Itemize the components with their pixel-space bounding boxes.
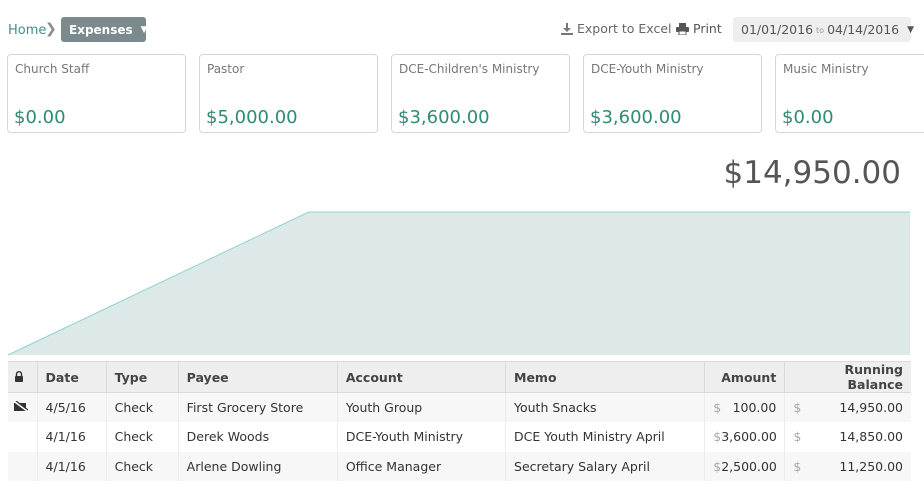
caret-down-icon: ▼ (907, 24, 915, 35)
card-amount: $0.00 (14, 107, 66, 128)
currency-symbol: $ (713, 400, 722, 415)
reconciled-check-icon (14, 400, 29, 412)
status-cell (8, 422, 38, 452)
amount-cell: $100.00 (704, 392, 786, 422)
table-row[interactable]: 4/5/16 Check First Grocery Store Youth G… (8, 392, 911, 422)
transactions-table: Date Type Payee Account Memo Amount Runn… (8, 361, 911, 481)
date-column-header[interactable]: Date (37, 361, 107, 393)
memo-cell: Secretary Salary April (505, 451, 706, 481)
export-to-excel-button[interactable]: Export to Excel (561, 21, 672, 36)
type-cell: Check (106, 392, 179, 422)
account-card-dce-youth-ministry[interactable]: DCE-Youth Ministry $3,600.00 (583, 54, 762, 133)
account-card-church-staff[interactable]: Church Staff $0.00 (7, 54, 186, 133)
table-header-row: Date Type Payee Account Memo Amount Runn… (8, 361, 911, 393)
print-button[interactable]: Print (676, 21, 722, 36)
date-range-picker[interactable]: 01/01/2016 to 04/14/2016 ▼ (733, 17, 915, 42)
type-column-header[interactable]: Type (106, 361, 179, 393)
memo-column-header[interactable]: Memo (505, 361, 706, 393)
payee-link[interactable]: Arlene Dowling (178, 451, 338, 481)
payee-link[interactable]: Derek Woods (178, 422, 338, 452)
card-name: Church Staff (15, 62, 90, 76)
memo-cell: DCE Youth Ministry April (505, 422, 706, 452)
table-row[interactable]: 4/1/16 Check Derek Woods DCE-Youth Minis… (8, 422, 911, 452)
amount-value: 100.00 (732, 400, 777, 415)
date-range-start: 01/01/2016 (741, 22, 814, 37)
chart-area-fill (8, 212, 910, 355)
currency-symbol: $ (793, 400, 802, 415)
breadcrumb-home-link[interactable]: Home (8, 23, 46, 38)
account-link[interactable]: Office Manager (337, 451, 507, 481)
account-link[interactable]: DCE-Youth Ministry (337, 422, 507, 452)
account-card-music-ministry[interactable]: Music Ministry $0.00 (775, 54, 924, 133)
export-label: Export to Excel (577, 21, 672, 36)
caret-down-icon: ▼ (140, 24, 148, 35)
lock-icon (15, 370, 23, 382)
chevron-right-icon: ❯ (45, 21, 57, 37)
amount-cell: $2,500.00 (704, 451, 786, 481)
memo-cell: Youth Snacks (505, 392, 706, 422)
payee-column-header[interactable]: Payee (178, 361, 338, 393)
card-name: Music Ministry (783, 62, 869, 76)
date-cell: 4/5/16 (37, 392, 107, 422)
amount-column-header[interactable]: Amount (704, 361, 786, 393)
expenses-dropdown-button[interactable]: Expenses ▼ (61, 17, 148, 42)
balance-value: 14,950.00 (839, 400, 903, 415)
date-range-end: 04/14/2016 (827, 22, 900, 37)
date-range-separator: to (816, 26, 825, 35)
type-cell: Check (106, 422, 179, 452)
lock-column-header (8, 361, 38, 393)
running-balance-area-chart (7, 211, 910, 356)
amount-value: 2,500.00 (721, 458, 777, 474)
running-balance-column-header[interactable]: Running Balance (784, 361, 911, 393)
card-amount: $3,600.00 (398, 107, 490, 128)
table-row[interactable]: 4/1/16 Check Arlene Dowling Office Manag… (8, 451, 911, 481)
account-column-header[interactable]: Account (337, 361, 507, 393)
balance-cell: $11,250.00 (784, 451, 911, 481)
type-cell: Check (106, 451, 179, 481)
account-card-dce-childrens-ministry[interactable]: DCE-Children's Ministry $3,600.00 (391, 54, 570, 133)
status-cell (8, 451, 38, 481)
download-icon (561, 22, 573, 35)
card-amount: $3,600.00 (590, 107, 682, 128)
total-amount: $14,950.00 (723, 155, 902, 191)
card-name: DCE-Children's Ministry (399, 62, 540, 76)
card-name: DCE-Youth Ministry (591, 62, 704, 76)
print-label: Print (693, 21, 722, 36)
balance-cell: $14,850.00 (785, 422, 911, 452)
date-cell: 4/1/16 (37, 422, 107, 452)
balance-value: 14,850.00 (839, 429, 903, 445)
payee-link[interactable]: First Grocery Store (178, 392, 338, 422)
card-amount: $5,000.00 (206, 107, 298, 128)
balance-value: 11,250.00 (839, 458, 903, 474)
expenses-dropdown-label: Expenses (69, 22, 133, 37)
currency-symbol: $ (793, 458, 802, 474)
account-link[interactable]: Youth Group (337, 392, 507, 422)
amount-value: 3,600.00 (721, 429, 777, 445)
balance-cell: $14,950.00 (784, 392, 911, 422)
account-card-pastor[interactable]: Pastor $5,000.00 (199, 54, 378, 133)
currency-symbol: $ (793, 429, 802, 445)
amount-cell: $3,600.00 (704, 422, 786, 452)
card-amount: $0.00 (782, 107, 834, 128)
printer-icon (676, 22, 689, 35)
card-name: Pastor (207, 62, 245, 76)
currency-symbol: $ (713, 458, 722, 474)
status-cell (8, 392, 38, 422)
currency-symbol: $ (713, 429, 722, 445)
date-cell: 4/1/16 (37, 451, 107, 481)
